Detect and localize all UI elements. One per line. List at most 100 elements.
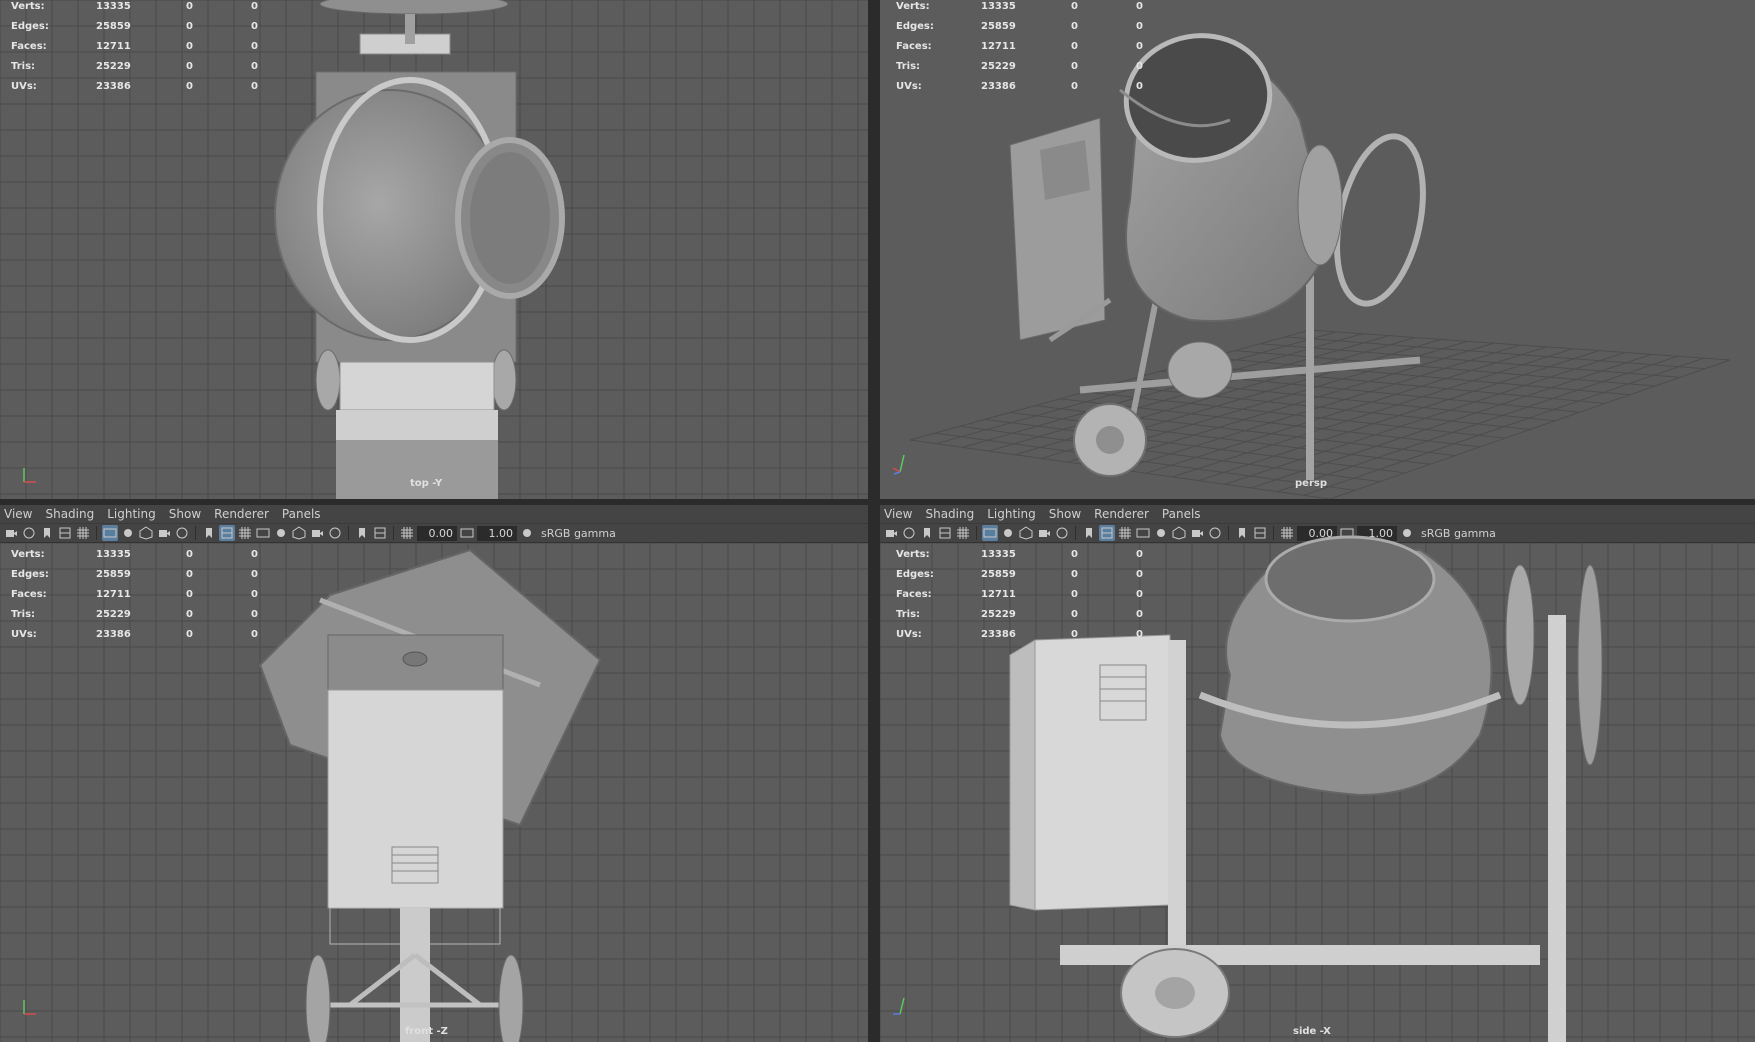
- poly-count-hud: Verts: 13335 0 0 Edges: 25859 0 0 Faces: 12711 0 0 T…: [896, 545, 1166, 645]
- hud-label: Edges:: [896, 21, 934, 32]
- hud-zero: 0: [186, 61, 193, 72]
- hud-label: Faces:: [896, 41, 932, 52]
- hud-row: Verts: 13335 0 0: [896, 545, 1166, 565]
- hud-label: UVs:: [11, 629, 37, 640]
- hud-value: 12711: [96, 41, 131, 52]
- hud-value: 13335: [981, 1, 1016, 12]
- hud-zero: 0: [1136, 549, 1143, 560]
- hud-label: UVs:: [896, 629, 922, 640]
- hud-value: 25229: [96, 609, 131, 620]
- hud-row: Verts: 13335 0 0: [896, 0, 1166, 17]
- hud-value: 23386: [96, 629, 131, 640]
- hud-zero: 0: [1136, 81, 1143, 92]
- hud-label: Verts:: [896, 1, 930, 12]
- viewport-side[interactable]: View Shading Lighting Show Renderer Panels 0.…: [880, 505, 1755, 1042]
- view-axis-icon: [23, 1000, 36, 1015]
- hud-zero: 0: [1136, 1, 1143, 12]
- hud-value: 23386: [96, 81, 131, 92]
- hud-value: 12711: [981, 589, 1016, 600]
- hud-label: Verts:: [11, 549, 45, 560]
- hud-label: Faces:: [11, 589, 47, 600]
- hud-zero: 0: [1071, 81, 1078, 92]
- hud-value: 13335: [96, 549, 131, 560]
- hud-zero: 0: [186, 41, 193, 52]
- hud-zero: 0: [186, 549, 193, 560]
- hud-value: 12711: [96, 589, 131, 600]
- hud-row: Faces: 12711 0 0: [11, 585, 281, 605]
- hud-value: 12711: [981, 41, 1016, 52]
- hud-zero: 0: [186, 609, 193, 620]
- hud-zero: 0: [1071, 41, 1078, 52]
- hud-zero: 0: [251, 61, 258, 72]
- hud-row: Tris: 25229 0 0: [11, 605, 281, 625]
- hud-zero: 0: [251, 569, 258, 580]
- hud-zero: 0: [186, 81, 193, 92]
- hud-label: Tris:: [896, 61, 921, 72]
- hud-zero: 0: [251, 629, 258, 640]
- hud-value: 23386: [981, 629, 1016, 640]
- hud-row: Verts: 13335 0 0: [11, 0, 281, 17]
- hud-zero: 0: [186, 629, 193, 640]
- hud-label: Tris:: [11, 61, 36, 72]
- camera-label: front -Z: [405, 1026, 448, 1037]
- hud-zero: 0: [186, 1, 193, 12]
- camera-label: top -Y: [410, 478, 443, 489]
- viewport-persp[interactable]: Verts: 13335 0 0 Edges: 25859 0 0 Faces: 12711 0 0 T…: [880, 0, 1755, 499]
- poly-count-hud: Verts: 13335 0 0 Edges: 25859 0 0 Faces: 12711 0 0 T…: [896, 0, 1166, 97]
- hud-zero: 0: [1136, 629, 1143, 640]
- hud-row: Verts: 13335 0 0: [11, 545, 281, 565]
- hud-zero: 0: [1071, 61, 1078, 72]
- viewport-top[interactable]: Verts: 13335 0 0 Edges: 25859 0 0 Faces: 12711 0 0 T…: [0, 0, 868, 499]
- hud-value: 25229: [981, 609, 1016, 620]
- hud-label: Verts:: [896, 549, 930, 560]
- hud-zero: 0: [251, 41, 258, 52]
- hud-value: 25859: [96, 569, 131, 580]
- hud-zero: 0: [251, 81, 258, 92]
- hud-zero: 0: [1136, 41, 1143, 52]
- hud-row: Edges: 25859 0 0: [11, 565, 281, 585]
- hud-value: 23386: [981, 81, 1016, 92]
- hud-zero: 0: [1136, 609, 1143, 620]
- hud-row: Faces: 12711 0 0: [11, 37, 281, 57]
- hud-label: UVs:: [11, 81, 37, 92]
- view-axis-icon: [893, 997, 905, 1015]
- poly-count-hud: Verts: 13335 0 0 Edges: 25859 0 0 Faces: 12711 0 0 T…: [11, 0, 281, 97]
- hud-zero: 0: [1071, 589, 1078, 600]
- hud-label: Edges:: [11, 569, 49, 580]
- hud-label: Edges:: [896, 569, 934, 580]
- hud-row: Faces: 12711 0 0: [896, 37, 1166, 57]
- hud-zero: 0: [186, 21, 193, 32]
- hud-row: Tris: 25229 0 0: [896, 57, 1166, 77]
- hud-row: Tris: 25229 0 0: [896, 605, 1166, 625]
- hud-row: UVs: 23386 0 0: [896, 77, 1166, 97]
- hud-zero: 0: [1071, 1, 1078, 12]
- hud-zero: 0: [1071, 629, 1078, 640]
- hud-row: Edges: 25859 0 0: [896, 565, 1166, 585]
- hud-zero: 0: [251, 549, 258, 560]
- camera-label: persp: [1295, 478, 1327, 489]
- hud-zero: 0: [251, 1, 258, 12]
- hud-row: Faces: 12711 0 0: [896, 585, 1166, 605]
- hud-value: 13335: [981, 549, 1016, 560]
- hud-zero: 0: [1136, 61, 1143, 72]
- hud-zero: 0: [1071, 21, 1078, 32]
- hud-row: UVs: 23386 0 0: [11, 77, 281, 97]
- hud-zero: 0: [1136, 21, 1143, 32]
- hud-value: 13335: [96, 1, 131, 12]
- hud-zero: 0: [1071, 609, 1078, 620]
- view-axis-icon: [23, 468, 36, 483]
- hud-row: UVs: 23386 0 0: [11, 625, 281, 645]
- view-axis-icon: [892, 454, 905, 475]
- hud-zero: 0: [186, 589, 193, 600]
- hud-value: 25859: [981, 21, 1016, 32]
- hud-value: 25859: [981, 569, 1016, 580]
- poly-count-hud: Verts: 13335 0 0 Edges: 25859 0 0 Faces: 12711 0 0 T…: [11, 545, 281, 645]
- hud-label: UVs:: [896, 81, 922, 92]
- hud-row: UVs: 23386 0 0: [896, 625, 1166, 645]
- viewport-front[interactable]: View Shading Lighting Show Renderer Panels 0.…: [0, 505, 868, 1042]
- hud-row: Edges: 25859 0 0: [11, 17, 281, 37]
- hud-zero: 0: [1136, 569, 1143, 580]
- hud-row: Tris: 25229 0 0: [11, 57, 281, 77]
- hud-label: Verts:: [11, 1, 45, 12]
- hud-zero: 0: [1071, 569, 1078, 580]
